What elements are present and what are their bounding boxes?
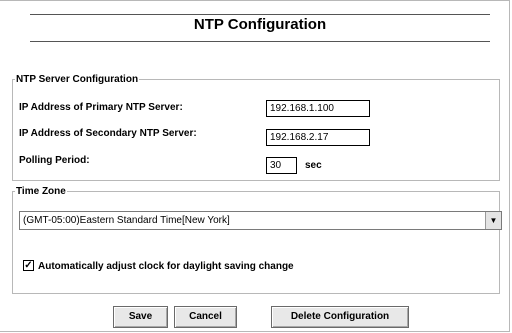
- dst-checkbox[interactable]: ✓: [23, 260, 34, 271]
- save-button[interactable]: Save: [113, 306, 168, 328]
- time-zone-select[interactable]: (GMT-05:00)Eastern Standard Time[New Yor…: [19, 211, 502, 230]
- time-zone-section: Time Zone: [12, 186, 500, 294]
- cancel-button[interactable]: Cancel: [174, 306, 237, 328]
- page-header: NTP Configuration: [30, 14, 490, 42]
- chevron-down-icon[interactable]: ▼: [485, 212, 501, 229]
- polling-period-input[interactable]: 30: [266, 157, 297, 174]
- ntp-server-legend: NTP Server Configuration: [16, 74, 139, 85]
- secondary-ntp-input[interactable]: 192.168.2.17: [266, 129, 370, 146]
- polling-unit: sec: [305, 160, 322, 171]
- secondary-ntp-label: IP Address of Secondary NTP Server:: [19, 128, 197, 139]
- dst-label: Automatically adjust clock for daylight …: [38, 261, 294, 272]
- checkmark-icon: ✓: [24, 260, 33, 271]
- time-zone-selected: (GMT-05:00)Eastern Standard Time[New Yor…: [23, 215, 230, 226]
- primary-ntp-input[interactable]: 192.168.1.100: [266, 100, 370, 117]
- time-zone-legend: Time Zone: [16, 186, 66, 197]
- page-title: NTP Configuration: [193, 16, 327, 33]
- polling-period-label: Polling Period:: [19, 155, 90, 166]
- delete-configuration-button[interactable]: Delete Configuration: [271, 306, 409, 328]
- primary-ntp-label: IP Address of Primary NTP Server:: [19, 102, 183, 113]
